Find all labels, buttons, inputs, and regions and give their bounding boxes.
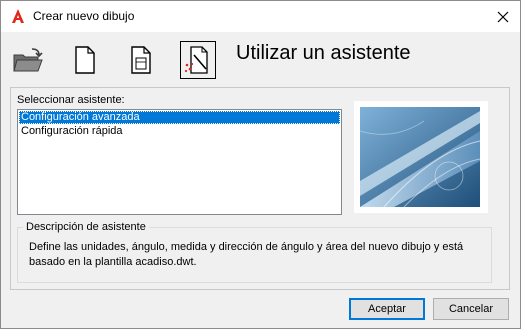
close-button[interactable] xyxy=(486,1,520,32)
wizard-preview-image xyxy=(354,101,488,213)
page-title: Utilizar un asistente xyxy=(236,42,411,64)
cancel-button[interactable]: Cancelar xyxy=(433,298,509,320)
close-icon xyxy=(497,11,509,22)
wizard-icon xyxy=(184,46,208,74)
wizard-option-quick[interactable]: Configuración rápida xyxy=(19,125,340,138)
wizard-option-advanced[interactable]: Configuración avanzada xyxy=(19,111,340,124)
start-from-scratch-mode-button[interactable] xyxy=(67,41,103,79)
title-bar: Crear nuevo dibujo xyxy=(1,1,520,32)
blank-document-icon xyxy=(75,46,95,74)
window-title: Crear nuevo dibujo xyxy=(33,9,135,23)
open-folder-icon xyxy=(13,48,43,72)
description-text: Define las unidades, ángulo, medida y di… xyxy=(29,241,464,268)
description-legend: Descripción de asistente xyxy=(23,221,149,233)
use-template-mode-button[interactable] xyxy=(123,41,159,79)
accept-button[interactable]: Aceptar xyxy=(349,298,425,320)
select-wizard-label: Seleccionar asistente: xyxy=(17,94,125,106)
create-drawing-dialog: Crear nuevo dibujo Utilizar un asistente… xyxy=(0,0,521,329)
autocad-logo-icon xyxy=(12,9,24,23)
open-drawing-mode-button[interactable] xyxy=(10,41,46,79)
wizard-listbox[interactable]: Configuración avanzada Configuración ráp… xyxy=(17,109,342,215)
use-wizard-mode-button[interactable] xyxy=(180,41,216,79)
template-document-icon xyxy=(131,46,151,74)
